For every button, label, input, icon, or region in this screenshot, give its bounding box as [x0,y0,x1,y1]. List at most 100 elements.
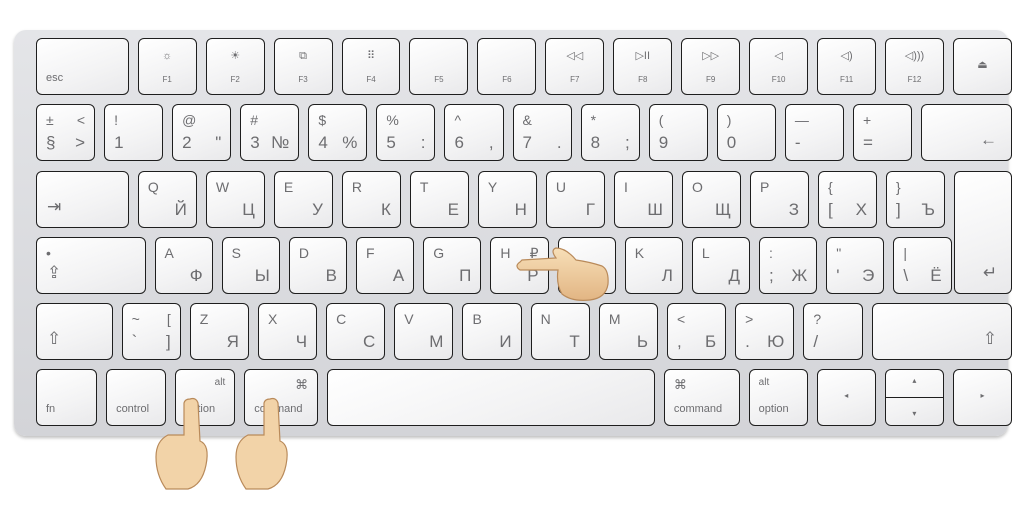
key-f8[interactable]: F8 ▷II [613,38,673,95]
key-legend-br: Г [585,200,595,219]
key-eject[interactable]: ⏏ [952,38,1012,95]
arrow-down-icon[interactable]: ▾ [886,410,943,418]
key-r1-2[interactable]: @2 " [172,104,232,161]
key-f2[interactable]: F2 ☀ [205,38,265,95]
key-legend-bl: / [813,332,819,351]
volume-up-icon: ◁))) [904,50,925,62]
key-o[interactable]: OЩ [681,171,741,228]
key-r4-9[interactable]: <, Б [666,303,727,360]
key-q[interactable]: QЙ [137,171,197,228]
key-f1[interactable]: F1 ☼ [137,38,197,95]
key-p[interactable]: PЗ [749,171,809,228]
key-r1-3[interactable]: #3 № [240,104,300,161]
backspace-icon: ← [980,130,998,149]
key-arrowleft[interactable]: ◂ [816,369,876,426]
key-i[interactable]: IШ [613,171,673,228]
key-g[interactable]: GП [423,237,482,294]
key-command[interactable]: command ⌘ [663,369,740,426]
space-key[interactable] [327,369,655,426]
key-r1-7[interactable]: & 7. [512,104,572,161]
key-r3-12[interactable]: | \ Ё [893,237,952,294]
key-legend-bl: . [745,332,750,351]
key-r3-10[interactable]: :; Ж [759,237,818,294]
key-z[interactable]: ZЯ [189,303,249,360]
key-legend-br: А [392,266,405,285]
key-r1-6[interactable]: ^ 6, [444,104,504,161]
tab-icon: ⇥ [47,197,62,216]
key-r2-12[interactable]: }] Ъ [886,171,946,228]
key-r1-11[interactable]: — - [784,104,844,161]
key-e[interactable]: EУ [273,171,333,228]
key-esc[interactable]: esc [36,38,129,95]
key-shift[interactable]: ⇧ [871,303,1013,360]
key-r1-1[interactable]: ! 1 [104,104,164,161]
key-legend-bl: option [758,403,789,415]
key-f7[interactable]: F7 ◁◁ [545,38,605,95]
key-f[interactable]: FА [356,237,415,294]
key-shift[interactable]: ⇧ [36,303,113,360]
key-f5[interactable]: F5 [409,38,469,95]
key-legend-fc: F4 [366,75,376,84]
key-v[interactable]: VМ [394,303,454,360]
key-r1-8[interactable]: * 8; [580,104,640,161]
key-r1-5[interactable]: % 5: [376,104,436,161]
key-legend-br: " [215,133,222,152]
key-legend-fc: F3 [298,75,308,84]
key-c[interactable]: CС [326,303,386,360]
key-r4-1[interactable]: ~ ` [] [121,303,181,360]
key-f9[interactable]: F9 ▷▷ [681,38,741,95]
key-r1-12[interactable]: + = [852,104,913,161]
arrow-right-icon: ▸ [980,391,985,400]
key-b[interactable]: BИ [462,303,522,360]
key-r2-11[interactable]: {[Х [817,171,877,228]
key-f3[interactable]: F3 ⧉ [273,38,333,95]
key-legend-tl: Z [199,311,209,327]
key-tab[interactable]: ⇥ [36,171,129,228]
key-d[interactable]: DВ [288,237,348,294]
key-f10[interactable]: F10 ◁ [749,38,809,95]
key-alt[interactable]: alt option [748,369,808,426]
key-f4[interactable]: F4 ⠿ [341,38,401,95]
key-k[interactable]: KЛ [624,237,683,294]
key-m[interactable]: MЬ [598,303,658,360]
key-x[interactable]: XЧ [257,303,318,360]
key-legend-tl: G [433,245,445,261]
key-r1-10[interactable]: ) 0 [716,104,776,161]
key-r3-0[interactable]: • ⇪ [36,237,146,294]
key-r[interactable]: RК [341,171,401,228]
key-legend-br: № [271,133,290,152]
key-r1-9[interactable]: (9 [648,104,708,161]
key-arrowright[interactable]: ▸ [952,369,1013,426]
command-icon: ⌘ [295,377,309,392]
key-s[interactable]: SЫ [221,237,280,294]
key-fn[interactable]: fn [36,369,98,426]
key-r1-0[interactable]: ± § < > [36,104,96,161]
key-legend-br: Э [862,266,875,285]
mute-icon: ◁ [774,50,783,62]
key-legend-tl: V [404,311,414,327]
key-u[interactable]: UГ [545,171,605,228]
key-n[interactable]: NТ [530,303,590,360]
key-f12[interactable]: F12 ◁))) [885,38,944,95]
key-t[interactable]: TЕ [409,171,469,228]
key-f6[interactable]: F6 [477,38,537,95]
key-legend-br: Ж [791,266,808,285]
key-legend-bl: [ [827,200,833,219]
key-r3-11[interactable]: " ' Э [826,237,885,294]
key-r4-10[interactable]: >. Ю [735,303,795,360]
key-f11[interactable]: F11 ◁) [817,38,877,95]
key-r4-11[interactable]: ? / [803,303,863,360]
key-l[interactable]: LД [691,237,751,294]
key-arrowupdown[interactable]: ▴ ▾ [884,369,944,426]
key-a[interactable]: AФ [154,237,213,294]
key-legend-bl: 9 [658,133,669,152]
key-r1-4[interactable]: $4% [308,104,368,161]
key-legend-tl: I [623,179,628,195]
key-return[interactable]: ↵ [954,171,1013,294]
key-legend-br: Ф [189,266,203,285]
key-y[interactable]: YН [477,171,537,228]
key-legend-br: У [312,200,323,219]
arrow-up-icon[interactable]: ▴ [886,377,943,385]
key-backspace[interactable]: ← [921,104,1013,161]
key-w[interactable]: WЦ [205,171,265,228]
